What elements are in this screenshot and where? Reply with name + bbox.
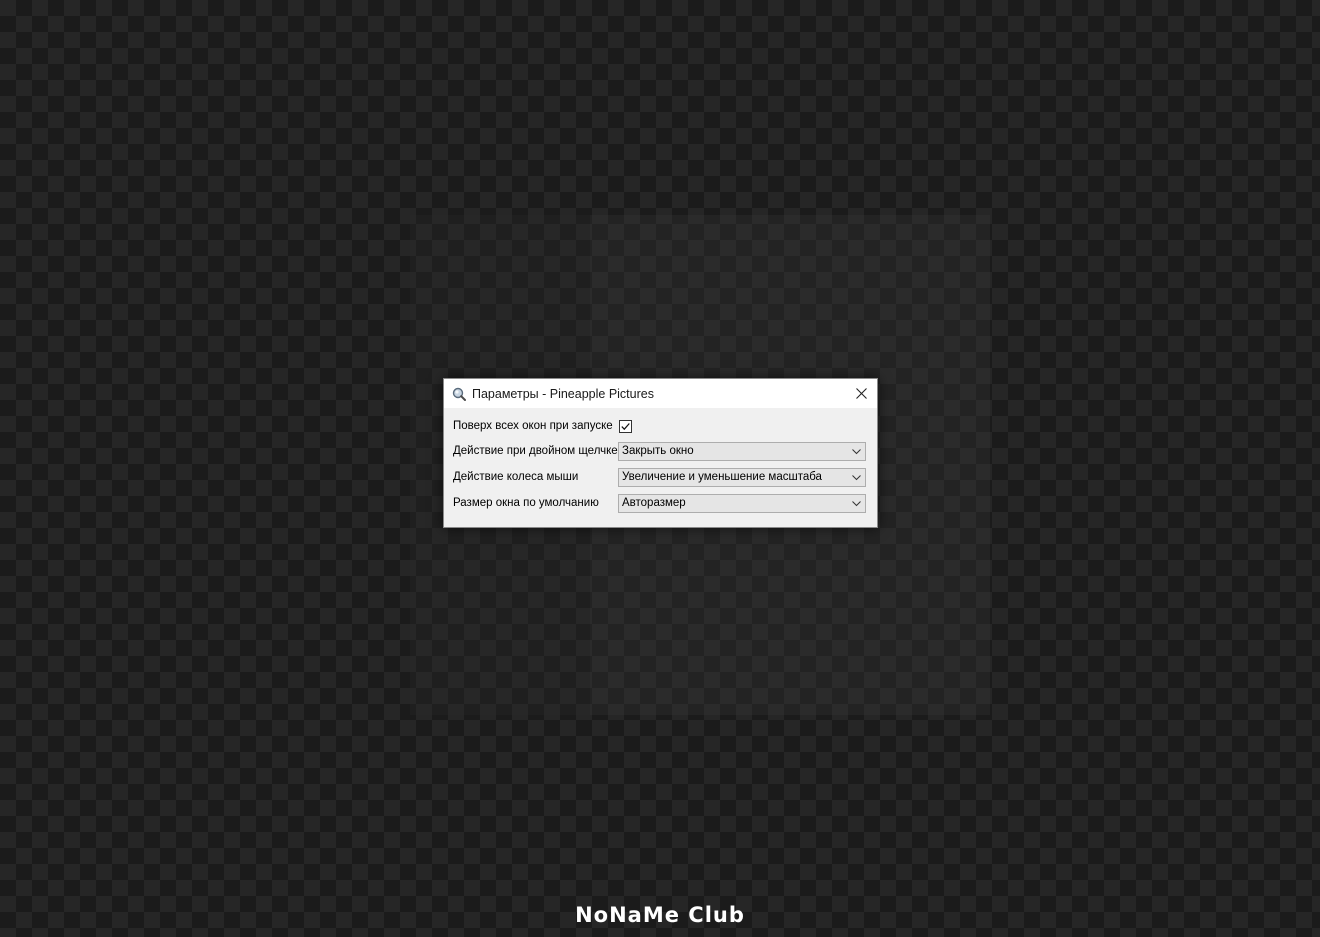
double-click-combo[interactable]: Закрыть окно — [618, 441, 866, 461]
mouse-wheel-label: Действие колеса мыши — [453, 471, 579, 483]
checkmark-icon — [621, 422, 630, 430]
dialog-title: Параметры - Pineapple Pictures — [472, 386, 654, 401]
dialog-titlebar[interactable]: Параметры - Pineapple Pictures — [444, 379, 877, 408]
close-icon — [855, 388, 867, 399]
window-size-value: Авторазмер — [622, 497, 686, 509]
always-on-top-label: Поверх всех окон при запуске — [453, 420, 613, 432]
double-click-label: Действие при двойном щелчке — [453, 445, 618, 457]
always-on-top-checkbox[interactable] — [619, 419, 632, 433]
setting-row-double-click: Действие при двойном щелчке Закрыть окно — [453, 438, 867, 464]
magnifier-app-icon — [452, 387, 466, 401]
settings-dialog: Параметры - Pineapple Pictures Поверх вс… — [443, 378, 878, 528]
setting-row-mouse-wheel: Действие колеса мыши Увеличение и уменьш… — [453, 464, 867, 490]
chevron-down-icon — [852, 500, 861, 506]
chevron-down-icon — [852, 474, 861, 480]
watermark-logo: NoNaMe Club — [575, 903, 745, 927]
window-size-combo[interactable]: Авторазмер — [618, 493, 866, 513]
window-size-label: Размер окна по умолчанию — [453, 497, 599, 509]
setting-row-always-on-top: Поверх всех окон при запуске — [453, 416, 867, 436]
chevron-down-icon — [852, 448, 861, 454]
mouse-wheel-combo[interactable]: Увеличение и уменьшение масштаба — [618, 467, 866, 487]
mouse-wheel-value: Увеличение и уменьшение масштаба — [622, 471, 822, 483]
setting-row-window-size: Размер окна по умолчанию Авторазмер — [453, 490, 867, 516]
double-click-value: Закрыть окно — [622, 445, 694, 457]
close-button[interactable] — [845, 379, 877, 408]
dialog-content: Поверх всех окон при запуске Действие пр… — [444, 408, 877, 516]
